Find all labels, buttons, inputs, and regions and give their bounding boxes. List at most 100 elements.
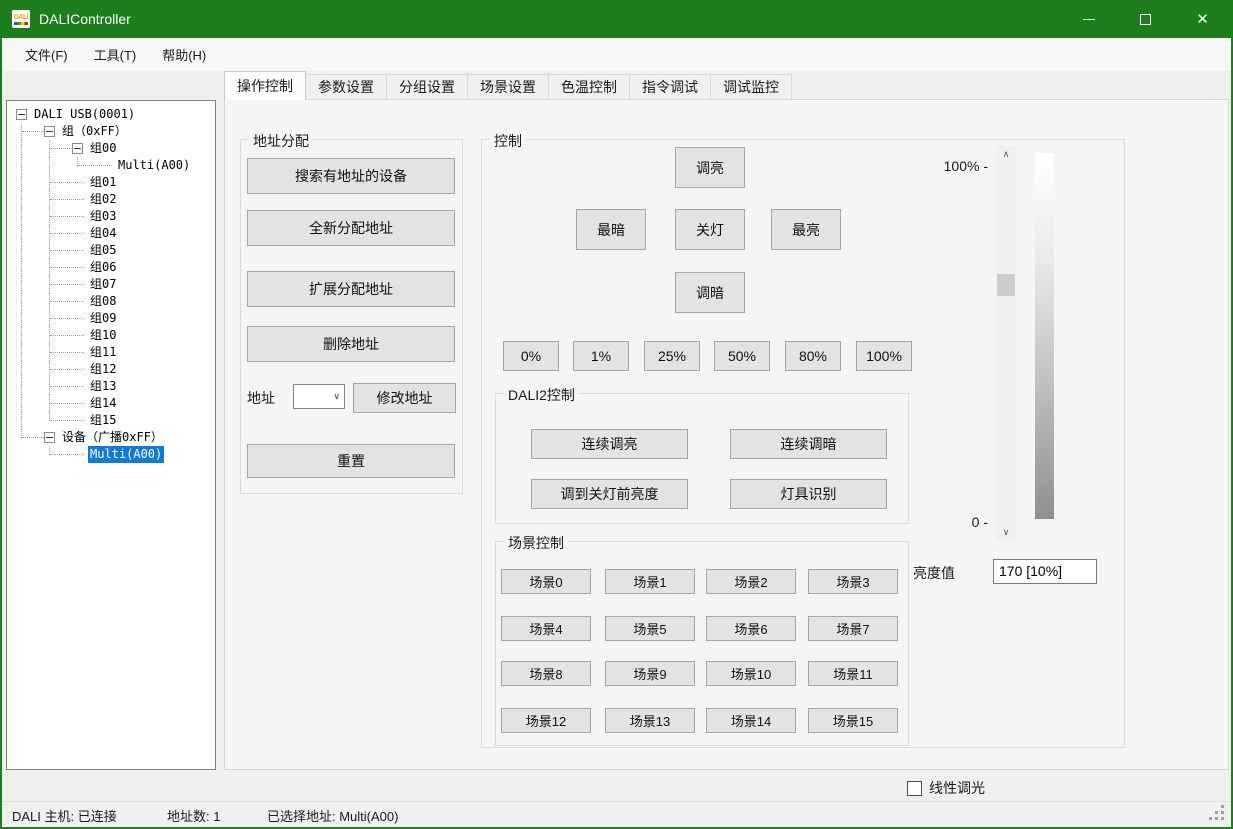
tree-item[interactable]: 组13 [7, 378, 215, 395]
scene-8-button[interactable]: 场景8 [501, 661, 591, 686]
tree-item-label-selected[interactable]: Multi(A00) [88, 446, 164, 463]
tree-item-label[interactable]: 组04 [88, 225, 118, 242]
reset-button[interactable]: 重置 [247, 444, 455, 478]
tree-item[interactable]: 组03 [7, 208, 215, 225]
tree-expand-minus-icon[interactable] [16, 109, 27, 120]
tree-item[interactable]: 组09 [7, 310, 215, 327]
tree-expand-minus-icon[interactable] [44, 126, 55, 137]
extend-assign-address-button[interactable]: 扩展分配地址 [247, 271, 455, 307]
tree-item[interactable]: 组12 [7, 361, 215, 378]
tree-item-label[interactable]: 组01 [88, 174, 118, 191]
percent-25-button[interactable]: 25% [644, 341, 700, 371]
scene-4-button[interactable]: 场景4 [501, 616, 591, 641]
tab-operation-control[interactable]: 操作控制 [224, 71, 306, 100]
scene-11-button[interactable]: 场景11 [808, 661, 898, 686]
tree-item-label[interactable]: 组08 [88, 293, 118, 310]
minimize-button[interactable] [1060, 0, 1117, 38]
scene-5-button[interactable]: 场景5 [605, 616, 695, 641]
brightness-scrollbar[interactable]: ∧ ∨ [996, 146, 1016, 541]
scene-3-button[interactable]: 场景3 [808, 569, 898, 594]
tree-item[interactable]: 组05 [7, 242, 215, 259]
search-addressed-devices-button[interactable]: 搜索有地址的设备 [247, 158, 455, 194]
tab-group-settings[interactable]: 分组设置 [387, 74, 468, 100]
tree-item[interactable]: 组10 [7, 327, 215, 344]
continuous-dim-button[interactable]: 连续调暗 [730, 429, 887, 459]
tab-parameter-settings[interactable]: 参数设置 [306, 74, 387, 100]
scene-6-button[interactable]: 场景6 [706, 616, 796, 641]
menu-tools[interactable]: 工具(T) [81, 43, 150, 67]
tree-item-label[interactable]: Multi(A00) [116, 157, 192, 174]
tree-item[interactable]: 组（0xFF） [7, 123, 215, 140]
tree-item[interactable]: DALI USB(0001) [7, 106, 215, 123]
dim-button[interactable]: 调暗 [675, 272, 745, 313]
scene-13-button[interactable]: 场景13 [605, 708, 695, 733]
close-button[interactable]: ✕ [1174, 0, 1231, 38]
tab-debug-monitor[interactable]: 调试监控 [711, 74, 792, 100]
assign-new-address-button[interactable]: 全新分配地址 [247, 210, 455, 246]
scene-2-button[interactable]: 场景2 [706, 569, 796, 594]
menu-help[interactable]: 帮助(H) [149, 43, 219, 67]
tree-item-label[interactable]: 组00 [88, 140, 118, 157]
continuous-brighten-button[interactable]: 连续调亮 [531, 429, 688, 459]
delete-address-button[interactable]: 删除地址 [247, 326, 455, 362]
tree-item-label[interactable]: 组11 [88, 344, 118, 361]
tree-item-label[interactable]: 设备（广播0xFF） [60, 429, 165, 446]
scene-14-button[interactable]: 场景14 [706, 708, 796, 733]
tree-item-label[interactable]: 组14 [88, 395, 118, 412]
address-combobox[interactable]: ∨ [293, 384, 345, 409]
tree-expand-minus-icon[interactable] [44, 432, 55, 443]
tree-item-label[interactable]: 组15 [88, 412, 118, 429]
modify-address-button[interactable]: 修改地址 [353, 383, 456, 413]
scene-10-button[interactable]: 场景10 [706, 661, 796, 686]
tree-expand-minus-icon[interactable] [72, 143, 83, 154]
tab-color-temp-control[interactable]: 色温控制 [549, 74, 630, 100]
tree-item-label[interactable]: 组02 [88, 191, 118, 208]
tab-command-debug[interactable]: 指令调试 [630, 74, 711, 100]
percent-1-button[interactable]: 1% [573, 341, 629, 371]
scene-0-button[interactable]: 场景0 [501, 569, 591, 594]
tab-scene-settings[interactable]: 场景设置 [468, 74, 549, 100]
tree-item-label[interactable]: 组05 [88, 242, 118, 259]
tree-item[interactable]: 组14 [7, 395, 215, 412]
percent-0-button[interactable]: 0% [503, 341, 559, 371]
tree-item[interactable]: Multi(A00) [7, 157, 215, 174]
tree-item[interactable]: 组15 [7, 412, 215, 429]
scroll-up-button[interactable]: ∧ [996, 146, 1016, 163]
scroll-down-button[interactable]: ∨ [996, 524, 1016, 541]
linear-dimming-checkbox[interactable] [907, 781, 922, 796]
brightness-value-field[interactable]: 170 [10%] [993, 559, 1097, 584]
maximize-button[interactable] [1117, 0, 1174, 38]
tree-item-label[interactable]: 组07 [88, 276, 118, 293]
scene-9-button[interactable]: 场景9 [605, 661, 695, 686]
tree-item-label[interactable]: 组12 [88, 361, 118, 378]
scene-12-button[interactable]: 场景12 [501, 708, 591, 733]
percent-100-button[interactable]: 100% [856, 341, 912, 371]
goto-last-level-button[interactable]: 调到关灯前亮度 [531, 479, 688, 509]
tree-item[interactable]: 组00 [7, 140, 215, 157]
max-brightness-button[interactable]: 最亮 [771, 209, 841, 250]
percent-50-button[interactable]: 50% [714, 341, 770, 371]
tree-item[interactable]: 设备（广播0xFF） [7, 429, 215, 446]
scene-15-button[interactable]: 场景15 [808, 708, 898, 733]
tree-item-label[interactable]: 组（0xFF） [60, 123, 129, 140]
scene-1-button[interactable]: 场景1 [605, 569, 695, 594]
tree-item[interactable]: 组04 [7, 225, 215, 242]
tree-item-label[interactable]: 组03 [88, 208, 118, 225]
tree-item[interactable]: 组02 [7, 191, 215, 208]
tree-item[interactable]: 组11 [7, 344, 215, 361]
tree-item-label[interactable]: 组10 [88, 327, 118, 344]
brighten-button[interactable]: 调亮 [675, 147, 745, 188]
percent-80-button[interactable]: 80% [785, 341, 841, 371]
resize-grip-icon[interactable] [1209, 805, 1212, 808]
tree-item-label[interactable]: 组06 [88, 259, 118, 276]
scene-7-button[interactable]: 场景7 [808, 616, 898, 641]
lamp-identify-button[interactable]: 灯具识别 [730, 479, 887, 509]
tree-item[interactable]: 组01 [7, 174, 215, 191]
menu-file[interactable]: 文件(F) [12, 43, 81, 67]
tree-item[interactable]: Multi(A00) [7, 446, 215, 463]
light-off-button[interactable]: 关灯 [675, 209, 745, 250]
tree-item[interactable]: 组07 [7, 276, 215, 293]
tree-item-label[interactable]: 组13 [88, 378, 118, 395]
tree-item-label[interactable]: DALI USB(0001) [32, 106, 137, 123]
min-brightness-button[interactable]: 最暗 [576, 209, 646, 250]
